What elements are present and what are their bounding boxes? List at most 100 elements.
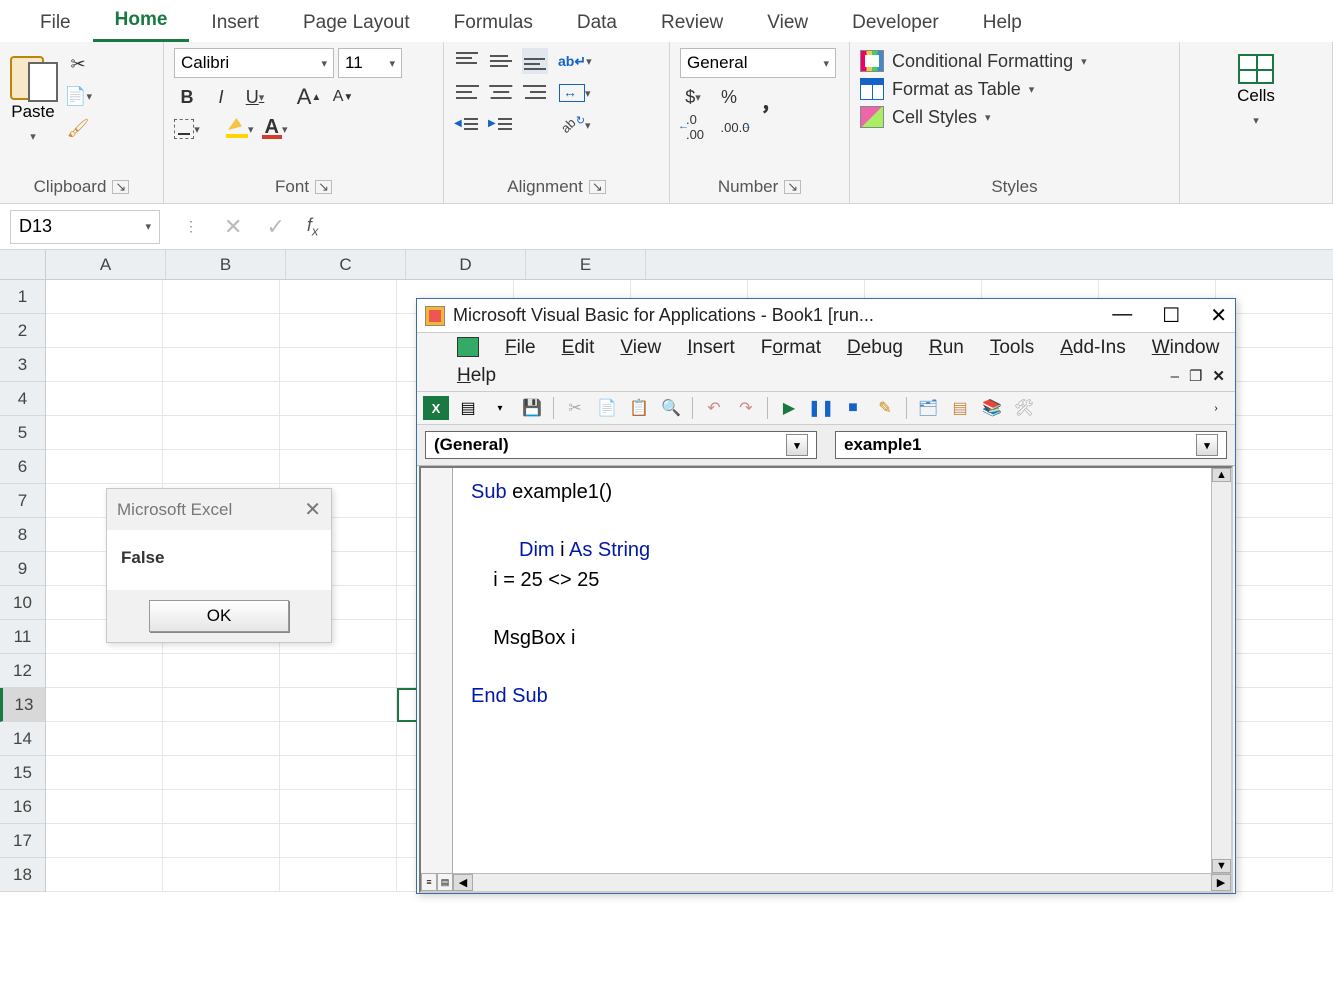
row-header-14[interactable]: 14 [0,722,45,756]
row-header-12[interactable]: 12 [0,654,45,688]
vba-menu-run[interactable]: Run [929,337,964,359]
name-box[interactable]: D13▾ [10,210,160,244]
vba-procedure-view-icon[interactable]: ≡ [421,873,437,891]
cell[interactable] [163,688,280,722]
cell[interactable] [46,416,163,450]
vba-redo-icon[interactable]: ↷ [733,396,759,420]
vba-menu-format[interactable]: Format [761,337,821,359]
row-header-5[interactable]: 5 [0,416,45,450]
cell[interactable] [280,416,397,450]
tab-help[interactable]: Help [961,6,1044,42]
cell[interactable] [46,382,163,416]
vba-menu-addins[interactable]: Add-Ins [1060,337,1126,359]
row-header-6[interactable]: 6 [0,450,45,484]
number-launcher-icon[interactable]: ↘ [784,180,801,194]
fill-color-button[interactable] [226,116,254,142]
cell[interactable] [163,756,280,790]
increase-decimal-button[interactable]: .00→.0 [720,116,750,138]
col-header-C[interactable]: C [286,250,406,279]
vba-menu-edit[interactable]: Edit [562,337,595,359]
cell[interactable] [163,280,280,314]
formula-input[interactable] [328,210,1333,244]
cancel-icon[interactable]: ✕ [212,214,254,240]
align-middle-button[interactable] [488,48,514,74]
vba-toolbar-more-icon[interactable]: › [1203,396,1229,420]
col-header-D[interactable]: D [406,250,526,279]
underline-button[interactable]: U [242,84,268,110]
row-header-3[interactable]: 3 [0,348,45,382]
cell[interactable] [46,348,163,382]
vba-undo-icon[interactable]: ↶ [701,396,727,420]
row-header-9[interactable]: 9 [0,552,45,586]
merge-button[interactable] [558,80,592,106]
enter-icon[interactable]: ✓ [254,214,296,240]
row-header-13[interactable]: 13 [0,688,45,722]
tab-review[interactable]: Review [639,6,745,42]
row-header-7[interactable]: 7 [0,484,45,518]
font-color-button[interactable]: A [262,116,288,142]
font-size-combo[interactable]: 11▾ [338,48,402,78]
vba-cut-icon[interactable]: ✂ [562,396,588,420]
format-as-table-button[interactable]: Format as Table [860,78,1087,100]
cut-icon[interactable]: ✂ [64,52,92,76]
cell[interactable] [280,756,397,790]
vba-close-icon[interactable]: ✕ [1210,303,1227,328]
vba-minimize-icon[interactable]: — [1112,303,1132,328]
comma-style-button[interactable]: ﹐ [752,84,780,110]
cell[interactable] [280,858,397,892]
vba-properties-icon[interactable]: ▤ [947,396,973,420]
copy-icon[interactable]: 📄 [64,84,92,108]
cell[interactable] [46,654,163,688]
increase-indent-button[interactable] [488,112,514,138]
row-header-8[interactable]: 8 [0,518,45,552]
paste-label[interactable]: Paste [11,102,54,122]
percent-button[interactable]: % [716,84,742,110]
vba-code-pane[interactable]: Sub example1() Dim i As String i = 25 <>… [419,466,1233,893]
row-header-11[interactable]: 11 [0,620,45,654]
cell[interactable] [163,654,280,688]
cell[interactable] [46,824,163,858]
tab-page-layout[interactable]: Page Layout [281,6,432,42]
cell[interactable] [46,790,163,824]
fx-icon[interactable]: fx [297,215,329,239]
vba-design-mode-icon[interactable]: ✎ [872,396,898,420]
cell[interactable] [46,314,163,348]
shrink-font-button[interactable]: A▼ [330,84,356,110]
cell[interactable] [46,858,163,892]
bold-button[interactable]: B [174,84,200,110]
clipboard-launcher-icon[interactable]: ↘ [112,180,129,194]
vba-procedure-dropdown[interactable]: example1▾ [835,431,1227,459]
vba-toolbox-icon[interactable]: 🛠 [1011,396,1037,420]
vba-mdi-close-icon[interactable]: ✕ [1212,367,1225,385]
cell[interactable] [163,790,280,824]
row-header-16[interactable]: 16 [0,790,45,824]
vba-project-explorer-icon[interactable]: 🗂 [915,396,941,420]
cell[interactable] [163,348,280,382]
vba-mdi-restore-icon[interactable]: ❐ [1189,367,1202,385]
paste-dropdown[interactable] [19,124,47,148]
row-header-15[interactable]: 15 [0,756,45,790]
cell[interactable] [163,824,280,858]
tab-insert[interactable]: Insert [189,6,281,42]
cell[interactable] [163,382,280,416]
select-all-corner[interactable] [0,250,46,280]
row-header-4[interactable]: 4 [0,382,45,416]
tab-data[interactable]: Data [555,6,639,42]
cell[interactable] [46,450,163,484]
paste-icon[interactable] [10,48,56,100]
vba-menu-debug[interactable]: Debug [847,337,903,359]
currency-button[interactable]: $ [680,84,706,110]
number-format-combo[interactable]: General▾ [680,48,836,78]
vba-save-icon[interactable]: 💾 [519,396,545,420]
tab-developer[interactable]: Developer [830,6,961,42]
cells-dropdown[interactable] [1242,108,1270,132]
alignment-launcher-icon[interactable]: ↘ [589,180,606,194]
font-launcher-icon[interactable]: ↘ [315,180,332,194]
cell[interactable] [280,688,397,722]
vba-code-text[interactable]: Sub example1() Dim i As String i = 25 <>… [471,478,1209,712]
vba-insert-dropdown-icon[interactable]: ▾ [487,396,513,420]
cell[interactable] [280,654,397,688]
cell[interactable] [163,722,280,756]
vba-find-icon[interactable]: 🔍 [658,396,684,420]
cell[interactable] [46,280,163,314]
